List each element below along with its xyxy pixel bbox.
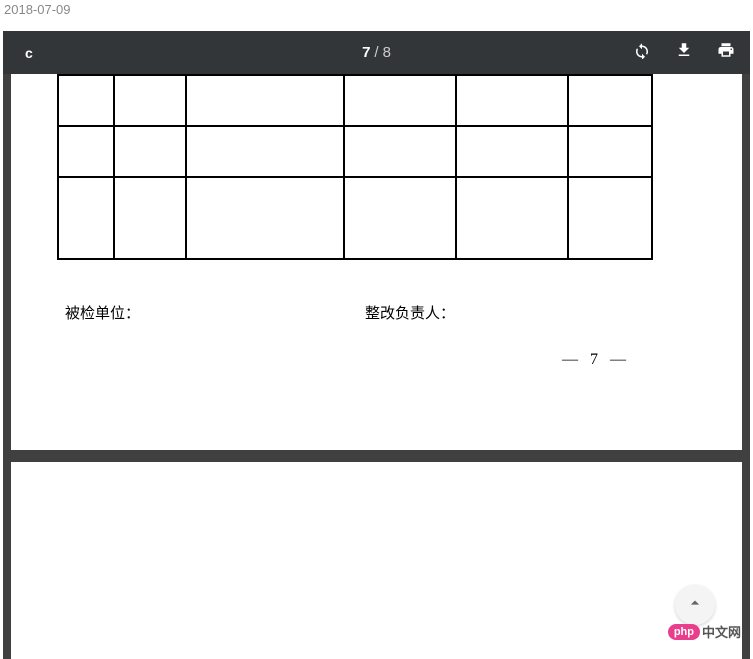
table-cell [114, 177, 186, 259]
table-row [58, 75, 652, 126]
scroll-to-top-button[interactable] [675, 585, 715, 625]
table-cell [58, 126, 114, 177]
table-cell [568, 126, 652, 177]
toolbar-actions [632, 43, 736, 63]
page-counter: 7 / 8 [362, 44, 391, 61]
watermark-text: 中文网 [702, 622, 741, 641]
print-icon [717, 41, 735, 64]
form-table [57, 74, 653, 260]
current-page-number: 7 [362, 44, 370, 61]
table-cell [186, 126, 344, 177]
arrow-up-icon [685, 593, 705, 618]
table-row [58, 126, 652, 177]
download-button[interactable] [674, 43, 694, 63]
total-pages: 8 [383, 44, 391, 61]
pdf-page-8 [11, 462, 742, 659]
table-cell [58, 75, 114, 126]
document-title: c [3, 45, 33, 61]
table-cell [456, 126, 568, 177]
table-cell [344, 177, 456, 259]
pages-container[interactable]: 被检单位： 整改负责人： — 7 — [3, 74, 750, 659]
table-cell [114, 75, 186, 126]
table-row [58, 177, 652, 259]
table-cell [186, 177, 344, 259]
table-cell [344, 75, 456, 126]
pdf-toolbar: c 7 / 8 [3, 31, 750, 74]
table-cell [186, 75, 344, 126]
table-cell [344, 126, 456, 177]
table-cell [456, 75, 568, 126]
rotate-icon [633, 41, 651, 64]
watermark-badge: php [668, 624, 700, 640]
download-icon [675, 41, 693, 64]
site-watermark: php 中文网 [668, 622, 741, 641]
print-button[interactable] [716, 43, 736, 63]
person-in-charge-label: 整改负责人： [365, 302, 455, 323]
document-page-number: — 7 — [562, 351, 630, 369]
pdf-page-7: 被检单位： 整改负责人： — 7 — [11, 74, 742, 450]
rotate-button[interactable] [632, 43, 652, 63]
table-cell [568, 75, 652, 126]
page-date: 2018-07-09 [0, 0, 753, 19]
table-cell [568, 177, 652, 259]
inspected-unit-label: 被检单位： [65, 302, 140, 323]
pdf-viewer: c 7 / 8 [3, 31, 750, 659]
table-cell [456, 177, 568, 259]
page-separator: / [374, 44, 378, 61]
table-cell [58, 177, 114, 259]
table-cell [114, 126, 186, 177]
